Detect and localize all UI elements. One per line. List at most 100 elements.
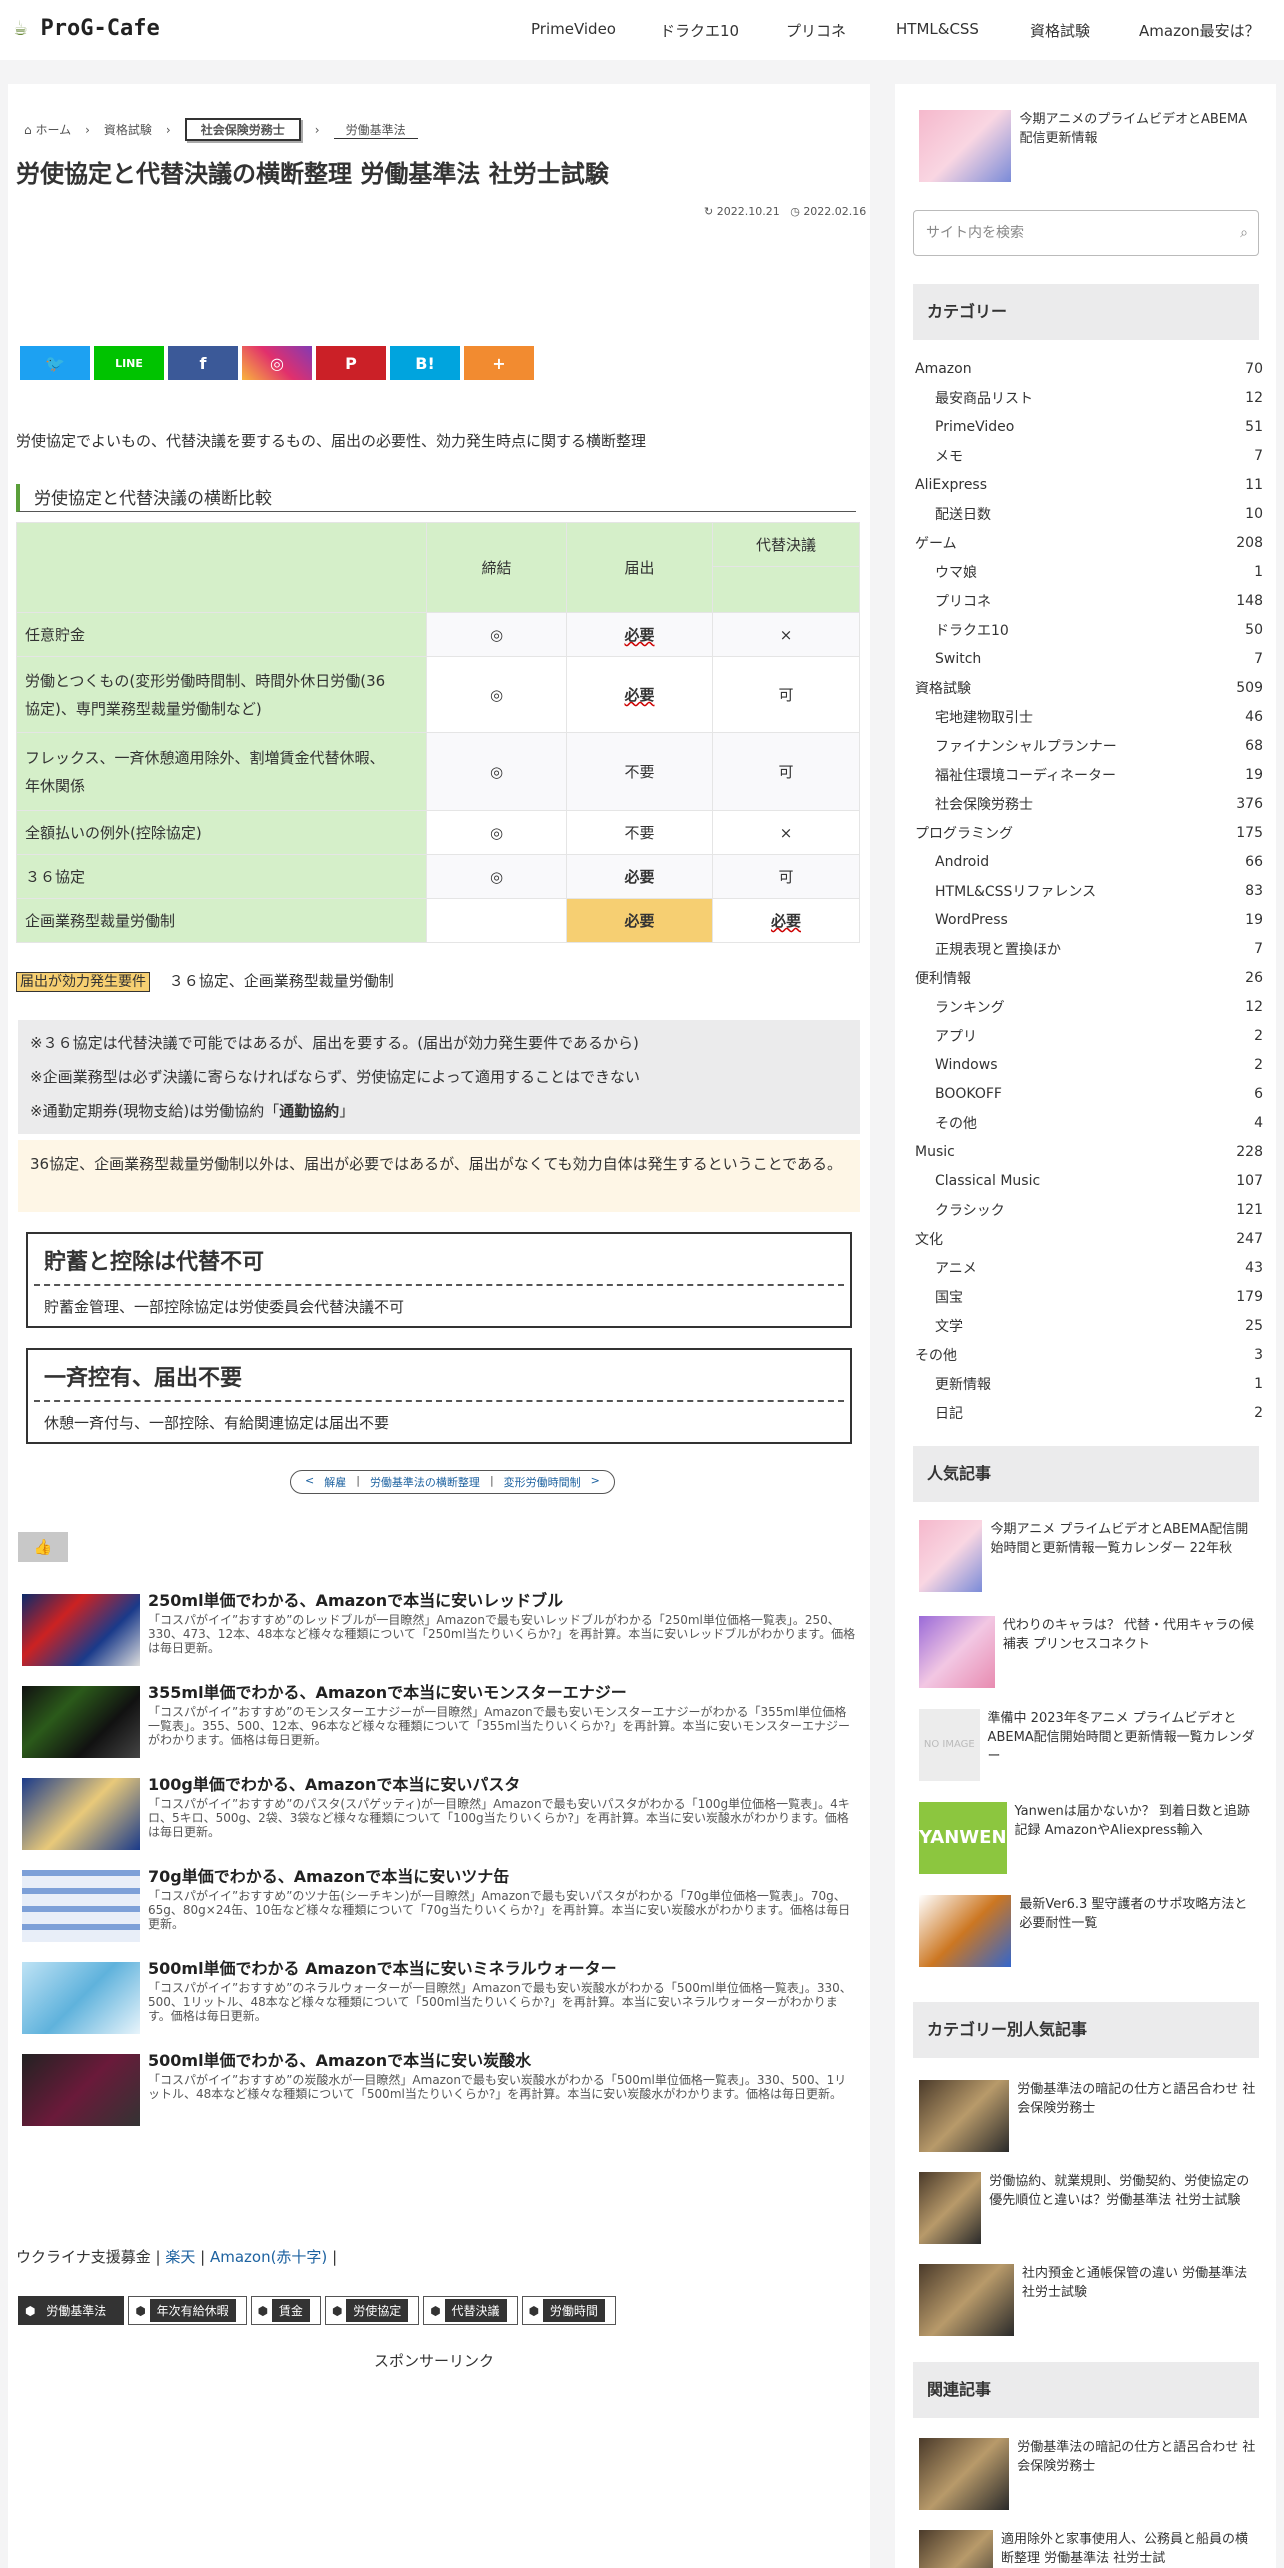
tag-link[interactable]: ⬢ 労働基準法 xyxy=(18,2296,125,2325)
cell-resolution: 可 xyxy=(712,656,860,733)
pager-link[interactable]: 変形労働時間制 xyxy=(504,1474,581,1490)
twitter-share-button[interactable]: 🐦 xyxy=(20,346,90,380)
list-item[interactable]: 社内預金と通帳保管の違い 労働基準法 社労士試験 xyxy=(919,2264,1259,2356)
list-item[interactable]: YANWEN Yanwenは届かないか？ 到着日数と追跡記録 AmazonやAl… xyxy=(919,1802,1259,1895)
category-label: 宅地建物取引士 xyxy=(935,709,1033,726)
nav-htmlcss[interactable]: HTML&CSS xyxy=(896,20,979,38)
subcategory-item[interactable]: PrimeVideo 51 xyxy=(915,412,1263,441)
breadcrumb-home[interactable]: ⌂ ホーム xyxy=(24,121,71,138)
subcategory-item[interactable]: Android 66 xyxy=(915,847,1263,876)
category-label: 正規表現と置換ほか xyxy=(935,941,1061,958)
subcategory-item[interactable]: アプリ 2 xyxy=(915,1021,1263,1050)
category-label: Classical Music xyxy=(935,1172,1041,1189)
subcategory-item[interactable]: 日記 2 xyxy=(915,1398,1263,1427)
category-item[interactable]: Music 228 xyxy=(915,1137,1263,1166)
category-item[interactable]: ゲーム 208 xyxy=(915,528,1263,557)
subcategory-item[interactable]: Windows 2 xyxy=(915,1050,1263,1079)
tag-link[interactable]: ⬢ 労働時間 xyxy=(521,2296,616,2325)
list-item[interactable]: 代わりのキャラは？ 代替・代用キャラの候補表 プリンセスコネクト xyxy=(919,1616,1259,1709)
cell-resolution: × xyxy=(712,612,860,657)
list-item[interactable]: 70g単価でわかる、Amazonで本当に安いツナ缶 「コスパがイイ”おすすめ”のツ… xyxy=(22,1869,858,1962)
tag-link[interactable]: ⬢ 労使協定 xyxy=(324,2296,420,2325)
subcategory-item[interactable]: 社会保険労務士 376 xyxy=(915,789,1263,818)
subcategory-item[interactable]: メモ 7 xyxy=(915,441,1263,470)
subcategory-item[interactable]: 最安商品リスト 12 xyxy=(915,383,1263,412)
like-button[interactable]: 👍 xyxy=(18,1532,68,1562)
pager-next[interactable]: > xyxy=(591,1474,600,1490)
subcategory-item[interactable]: ランキング 12 xyxy=(915,992,1263,1021)
list-item[interactable]: 最新Ver6.3 聖守護者のサポ攻略方法と必要耐性一覧 xyxy=(919,1895,1259,1988)
category-item[interactable]: その他 3 xyxy=(915,1340,1263,1369)
breadcrumb-sep: › xyxy=(85,122,90,137)
article-title: 労働基準法の暗記の仕方と語呂合わせ 社会保険労務士 xyxy=(1017,2082,1256,2116)
subcategory-item[interactable]: WordPress 19 xyxy=(915,905,1263,934)
list-item[interactable]: 労働基準法の暗記の仕方と語呂合わせ 社会保険労務士 xyxy=(919,2080,1259,2172)
nav-amazon[interactable]: Amazon最安は？ xyxy=(1139,20,1260,41)
category-item[interactable]: プログラミング 175 xyxy=(915,818,1263,847)
category-item[interactable]: 便利情報 26 xyxy=(915,963,1263,992)
breadcrumb-exams[interactable]: 資格試験 xyxy=(104,121,152,138)
category-popular-heading: カテゴリー別人気記事 xyxy=(913,2002,1259,2058)
hatena-share-button[interactable]: B! xyxy=(390,346,460,380)
subcategory-item[interactable]: 宅地建物取引士 46 xyxy=(915,702,1263,731)
amazon-redcross-link[interactable]: Amazon(赤十字) xyxy=(210,2248,327,2266)
list-item[interactable]: 労働協約、就業規則、労働契約、労使協定の優先順位と違いは？労働基準法 社労士試験 xyxy=(919,2172,1259,2264)
search-icon[interactable]: ⌕ xyxy=(1240,211,1248,255)
list-item[interactable]: 今期アニメ プライムビデオとABEMA配信開始時間と更新情報一覧カレンダー 22… xyxy=(919,1520,1259,1616)
line-share-button[interactable]: LINE xyxy=(94,346,164,380)
list-item[interactable]: 労働基準法の暗記の仕方と語呂合わせ 社会保険労務士 xyxy=(919,2438,1259,2530)
category-label: 福祉住環境コーディネーター xyxy=(935,767,1117,784)
tag-link[interactable]: ⬢ 代替決議 xyxy=(423,2296,518,2325)
subcategory-item[interactable]: BOOKOFF 6 xyxy=(915,1079,1263,1108)
article-title: 代わりのキャラは？ 代替・代用キャラの候補表 プリンセスコネクト xyxy=(1002,1618,1255,1652)
nav-priconne[interactable]: プリコネ xyxy=(786,20,846,41)
subcategory-item[interactable]: 正規表現と置換ほか 7 xyxy=(915,934,1263,963)
subcategory-item[interactable]: 国宝 179 xyxy=(915,1282,1263,1311)
search-input[interactable]: サイト内を検索 ⌕ xyxy=(913,210,1259,256)
subcategory-item[interactable]: その他 4 xyxy=(915,1108,1263,1137)
nav-primevideo[interactable]: PrimeVideo xyxy=(531,20,616,38)
category-item[interactable]: 資格試験 509 xyxy=(915,673,1263,702)
subcategory-item[interactable]: HTML&CSSリファレンス 83 xyxy=(915,876,1263,905)
subcategory-item[interactable]: プリコネ 148 xyxy=(915,586,1263,615)
breadcrumb-sharoushi[interactable]: 社会保険労務士 xyxy=(184,118,301,141)
subcategory-item[interactable]: ファイナンシャルプランナー 68 xyxy=(915,731,1263,760)
subcategory-item[interactable]: Classical Music 107 xyxy=(915,1166,1263,1195)
tag-link[interactable]: ⬢ 賃金 xyxy=(250,2296,321,2325)
list-item[interactable]: 500ml単価でわかる Amazonで本当に安いミネラルウォーター 「コスパがイイ… xyxy=(22,1961,858,2054)
list-item[interactable]: 355ml単価でわかる、Amazonで本当に安いモンスターエナジー 「コスパがイイ… xyxy=(22,1685,858,1778)
list-item[interactable]: 100g単価でわかる、Amazonで本当に安いパスタ 「コスパがイイ”おすすめ”の… xyxy=(22,1777,858,1870)
facebook-share-button[interactable]: f xyxy=(168,346,238,380)
list-item[interactable]: NO IMAGE 準備中 2023年冬アニメ プライムビデオとABEMA配信開始… xyxy=(919,1709,1259,1802)
nav-exams[interactable]: 資格試験 xyxy=(1030,20,1090,41)
pager-prev[interactable]: < xyxy=(305,1474,314,1490)
pager-link[interactable]: 労働基準法の横断整理 xyxy=(370,1474,480,1490)
subcategory-item[interactable]: Switch 7 xyxy=(915,644,1263,673)
pager-link[interactable]: 解雇 xyxy=(324,1474,346,1490)
tag-link[interactable]: ⬢ 年次有給休暇 xyxy=(128,2296,247,2325)
list-item[interactable]: 適用除外と家事使用人、公務員と船員の横断整理 労働基準法 社労士試 xyxy=(919,2530,1259,2568)
category-item[interactable]: 文化 247 xyxy=(915,1224,1263,1253)
subcategory-item[interactable]: ドラクエ10 50 xyxy=(915,615,1263,644)
featured-article[interactable]: 今期アニメのプライムビデオとABEMA配信更新情報 xyxy=(919,110,1259,182)
subcategory-item[interactable]: 福祉住環境コーディネーター 19 xyxy=(915,760,1263,789)
site-logo[interactable]: ☕ ProG-Cafe xyxy=(14,16,160,41)
subcategory-item[interactable]: ウマ娘 1 xyxy=(915,557,1263,586)
subcategory-item[interactable]: 更新情報 1 xyxy=(915,1369,1263,1398)
list-item[interactable]: 500ml単価でわかる、Amazonで本当に安い炭酸水 「コスパがイイ”おすすめ”… xyxy=(22,2053,858,2146)
list-item[interactable]: 250ml単価でわかる、Amazonで本当に安いレッドブル 「コスパがイイ”おすす… xyxy=(22,1593,858,1686)
rakuten-link[interactable]: 楽天 xyxy=(165,2248,195,2266)
subcategory-item[interactable]: クラシック 121 xyxy=(915,1195,1263,1224)
category-item[interactable]: Amazon 70 xyxy=(915,354,1263,383)
subcategory-item[interactable]: 配送日数 10 xyxy=(915,499,1263,528)
cell-filing: 必要 xyxy=(624,686,655,704)
pinterest-share-button[interactable]: P xyxy=(316,346,386,380)
nav-dq10[interactable]: ドラクエ10 xyxy=(660,20,739,41)
subcategory-item[interactable]: アニメ 43 xyxy=(915,1253,1263,1282)
category-item[interactable]: AliExpress 11 xyxy=(915,470,1263,499)
article-desc: 「コスパがイイ”おすすめ”のレッドブルが一目瞭然」Amazonで最も安いレッドブ… xyxy=(148,1613,856,1655)
subcategory-item[interactable]: 文学 25 xyxy=(915,1311,1263,1340)
instagram-share-button[interactable]: ◎ xyxy=(242,346,312,380)
breadcrumb-labor[interactable]: 労働基準法 xyxy=(333,121,418,139)
more-share-button[interactable]: + xyxy=(464,346,534,380)
